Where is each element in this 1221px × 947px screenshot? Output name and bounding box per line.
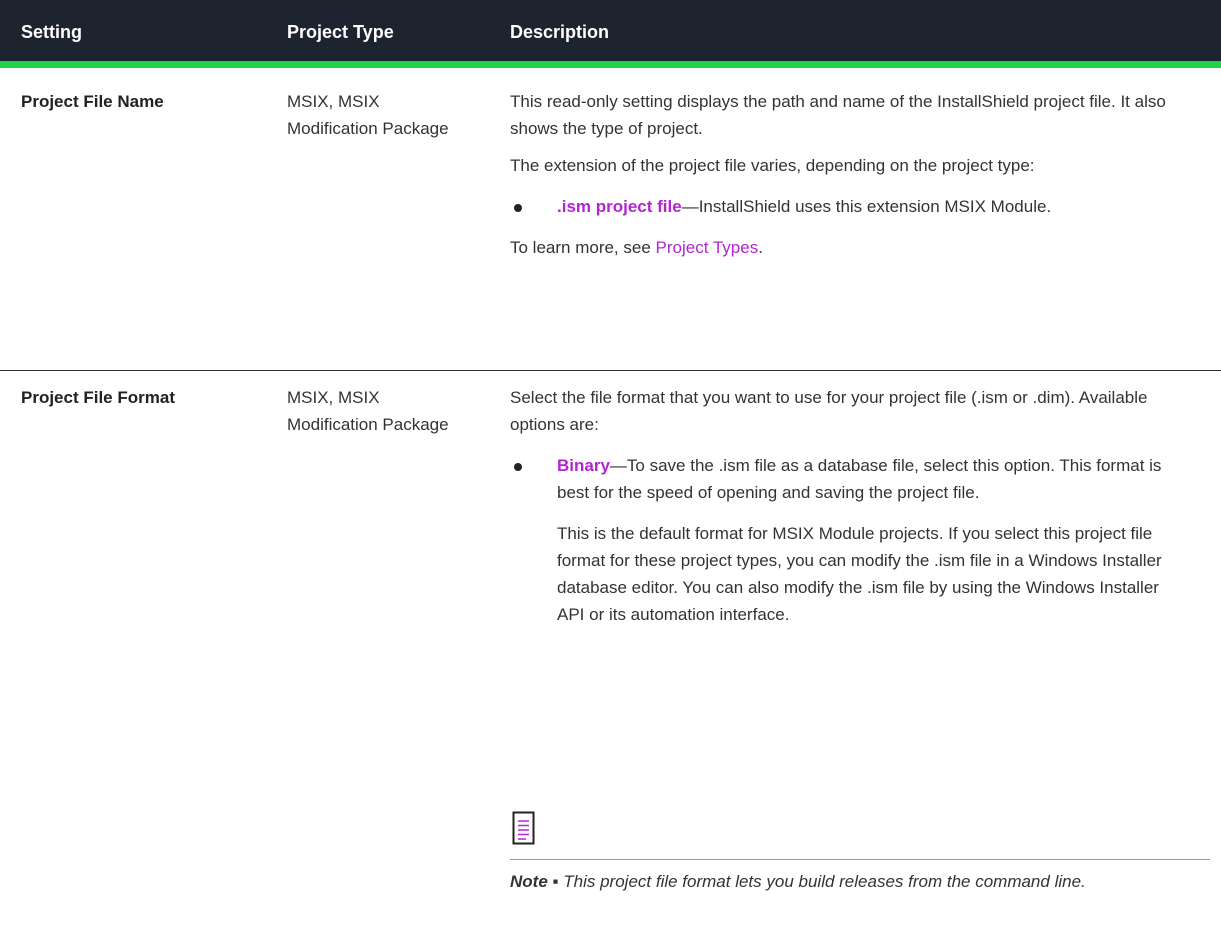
bullet-text: —To save the .ism file as a database fil… — [557, 456, 1162, 502]
learn-more-suffix: . — [758, 238, 763, 257]
learn-more-text: To learn more, see Project Types. — [510, 234, 1175, 261]
description-paragraph: The extension of the project file varies… — [510, 156, 1035, 175]
bullet-term-link[interactable]: Binary — [557, 456, 610, 475]
note-icon — [512, 811, 536, 845]
bullet-term-link[interactable]: .ism project file — [557, 197, 682, 216]
header-accent-bar — [0, 61, 1221, 68]
learn-more-prefix: To learn more, see — [510, 238, 656, 257]
note-body: This project file format lets you build … — [558, 872, 1086, 891]
setting-name: Project File Name — [21, 92, 164, 111]
project-type: MSIX, MSIX Modification Package — [287, 92, 449, 138]
bullet-item: .ism project file—InstallShield uses thi… — [510, 193, 1175, 220]
row-divider — [0, 370, 1221, 371]
note-label: Note ▪ — [510, 872, 559, 891]
settings-table: Setting Project Type Description Project… — [0, 0, 1221, 947]
description-cell: Select the file format that you want to … — [510, 384, 1175, 628]
column-header-project-type: Project Type — [287, 22, 394, 42]
bullet-paragraph: This is the default format for MSIX Modu… — [557, 524, 1162, 624]
column-header-setting: Setting — [21, 22, 82, 42]
table-header: Setting Project Type Description — [0, 0, 1221, 68]
description-paragraph: This read-only setting displays the path… — [510, 92, 1166, 138]
bullet-item: Binary—To save the .ism file as a databa… — [510, 452, 1175, 506]
note-divider — [510, 859, 1210, 860]
bullet-icon — [514, 204, 522, 212]
description-cell: This read-only setting displays the path… — [510, 88, 1175, 261]
project-types-link[interactable]: Project Types — [656, 238, 759, 257]
description-paragraph: Select the file format that you want to … — [510, 388, 1148, 434]
bullet-text: —InstallShield uses this extension MSIX … — [681, 197, 1052, 216]
setting-name: Project File Format — [21, 388, 175, 407]
bullet-icon — [514, 463, 522, 471]
column-header-description: Description — [510, 22, 610, 42]
note-text: Note ▪ This project file format lets you… — [510, 867, 1190, 896]
project-type: MSIX, MSIX Modification Package — [287, 388, 449, 434]
